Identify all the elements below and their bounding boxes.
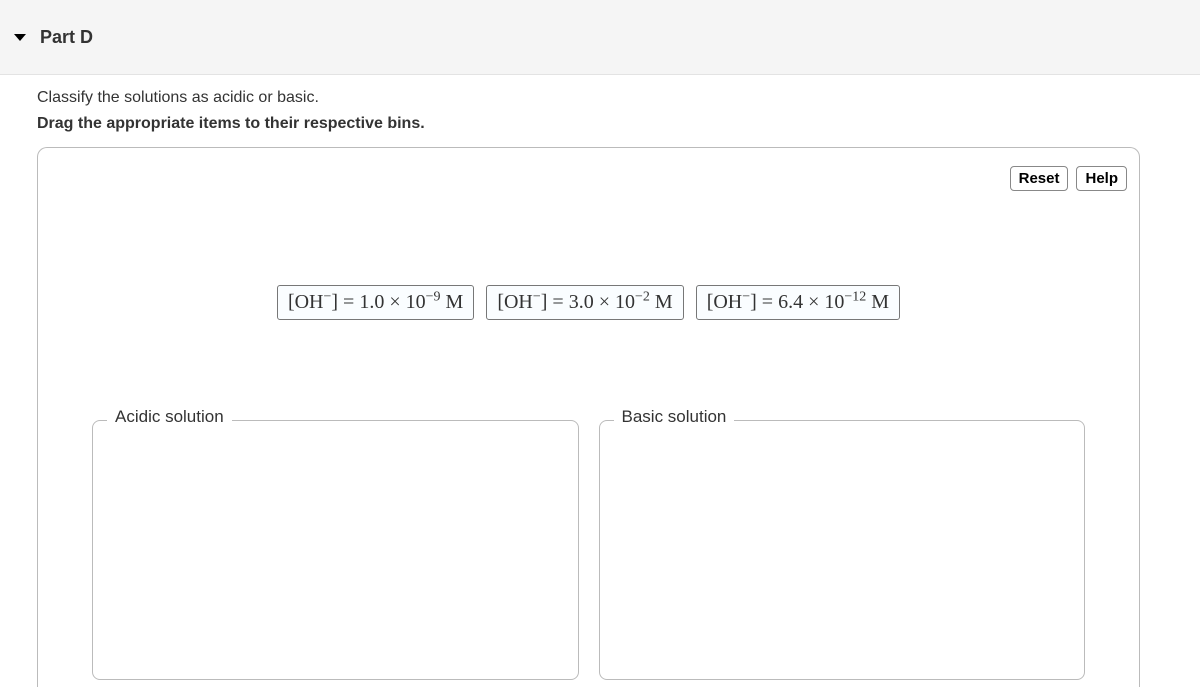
- bin-basic[interactable]: Basic solution: [599, 420, 1086, 680]
- bin-acidic[interactable]: Acidic solution: [92, 420, 579, 680]
- caret-down-icon: [14, 34, 26, 41]
- instruction-primary: Classify the solutions as acidic or basi…: [37, 89, 1200, 107]
- draggable-item[interactable]: [OH−] = 3.0 × 10−2 M: [486, 285, 683, 320]
- bin-label-acidic: Acidic solution: [107, 407, 232, 427]
- sorting-panel: Reset Help [OH−] = 1.0 × 10−9 M [OH−] = …: [37, 147, 1140, 687]
- draggable-item-row: [OH−] = 1.0 × 10−9 M [OH−] = 3.0 × 10−2 …: [62, 285, 1115, 320]
- bin-label-basic: Basic solution: [614, 407, 735, 427]
- bin-row: Acidic solution Basic solution: [62, 420, 1115, 680]
- draggable-item[interactable]: [OH−] = 6.4 × 10−12 M: [696, 285, 900, 320]
- section-title: Part D: [40, 27, 93, 48]
- instruction-secondary: Drag the appropriate items to their resp…: [37, 115, 1200, 133]
- section-header[interactable]: Part D: [0, 0, 1200, 75]
- question-body: Classify the solutions as acidic or basi…: [0, 89, 1200, 687]
- draggable-item[interactable]: [OH−] = 1.0 × 10−9 M: [277, 285, 474, 320]
- panel-button-row: Reset Help: [1010, 166, 1127, 191]
- reset-button[interactable]: Reset: [1010, 166, 1069, 191]
- help-button[interactable]: Help: [1076, 166, 1127, 191]
